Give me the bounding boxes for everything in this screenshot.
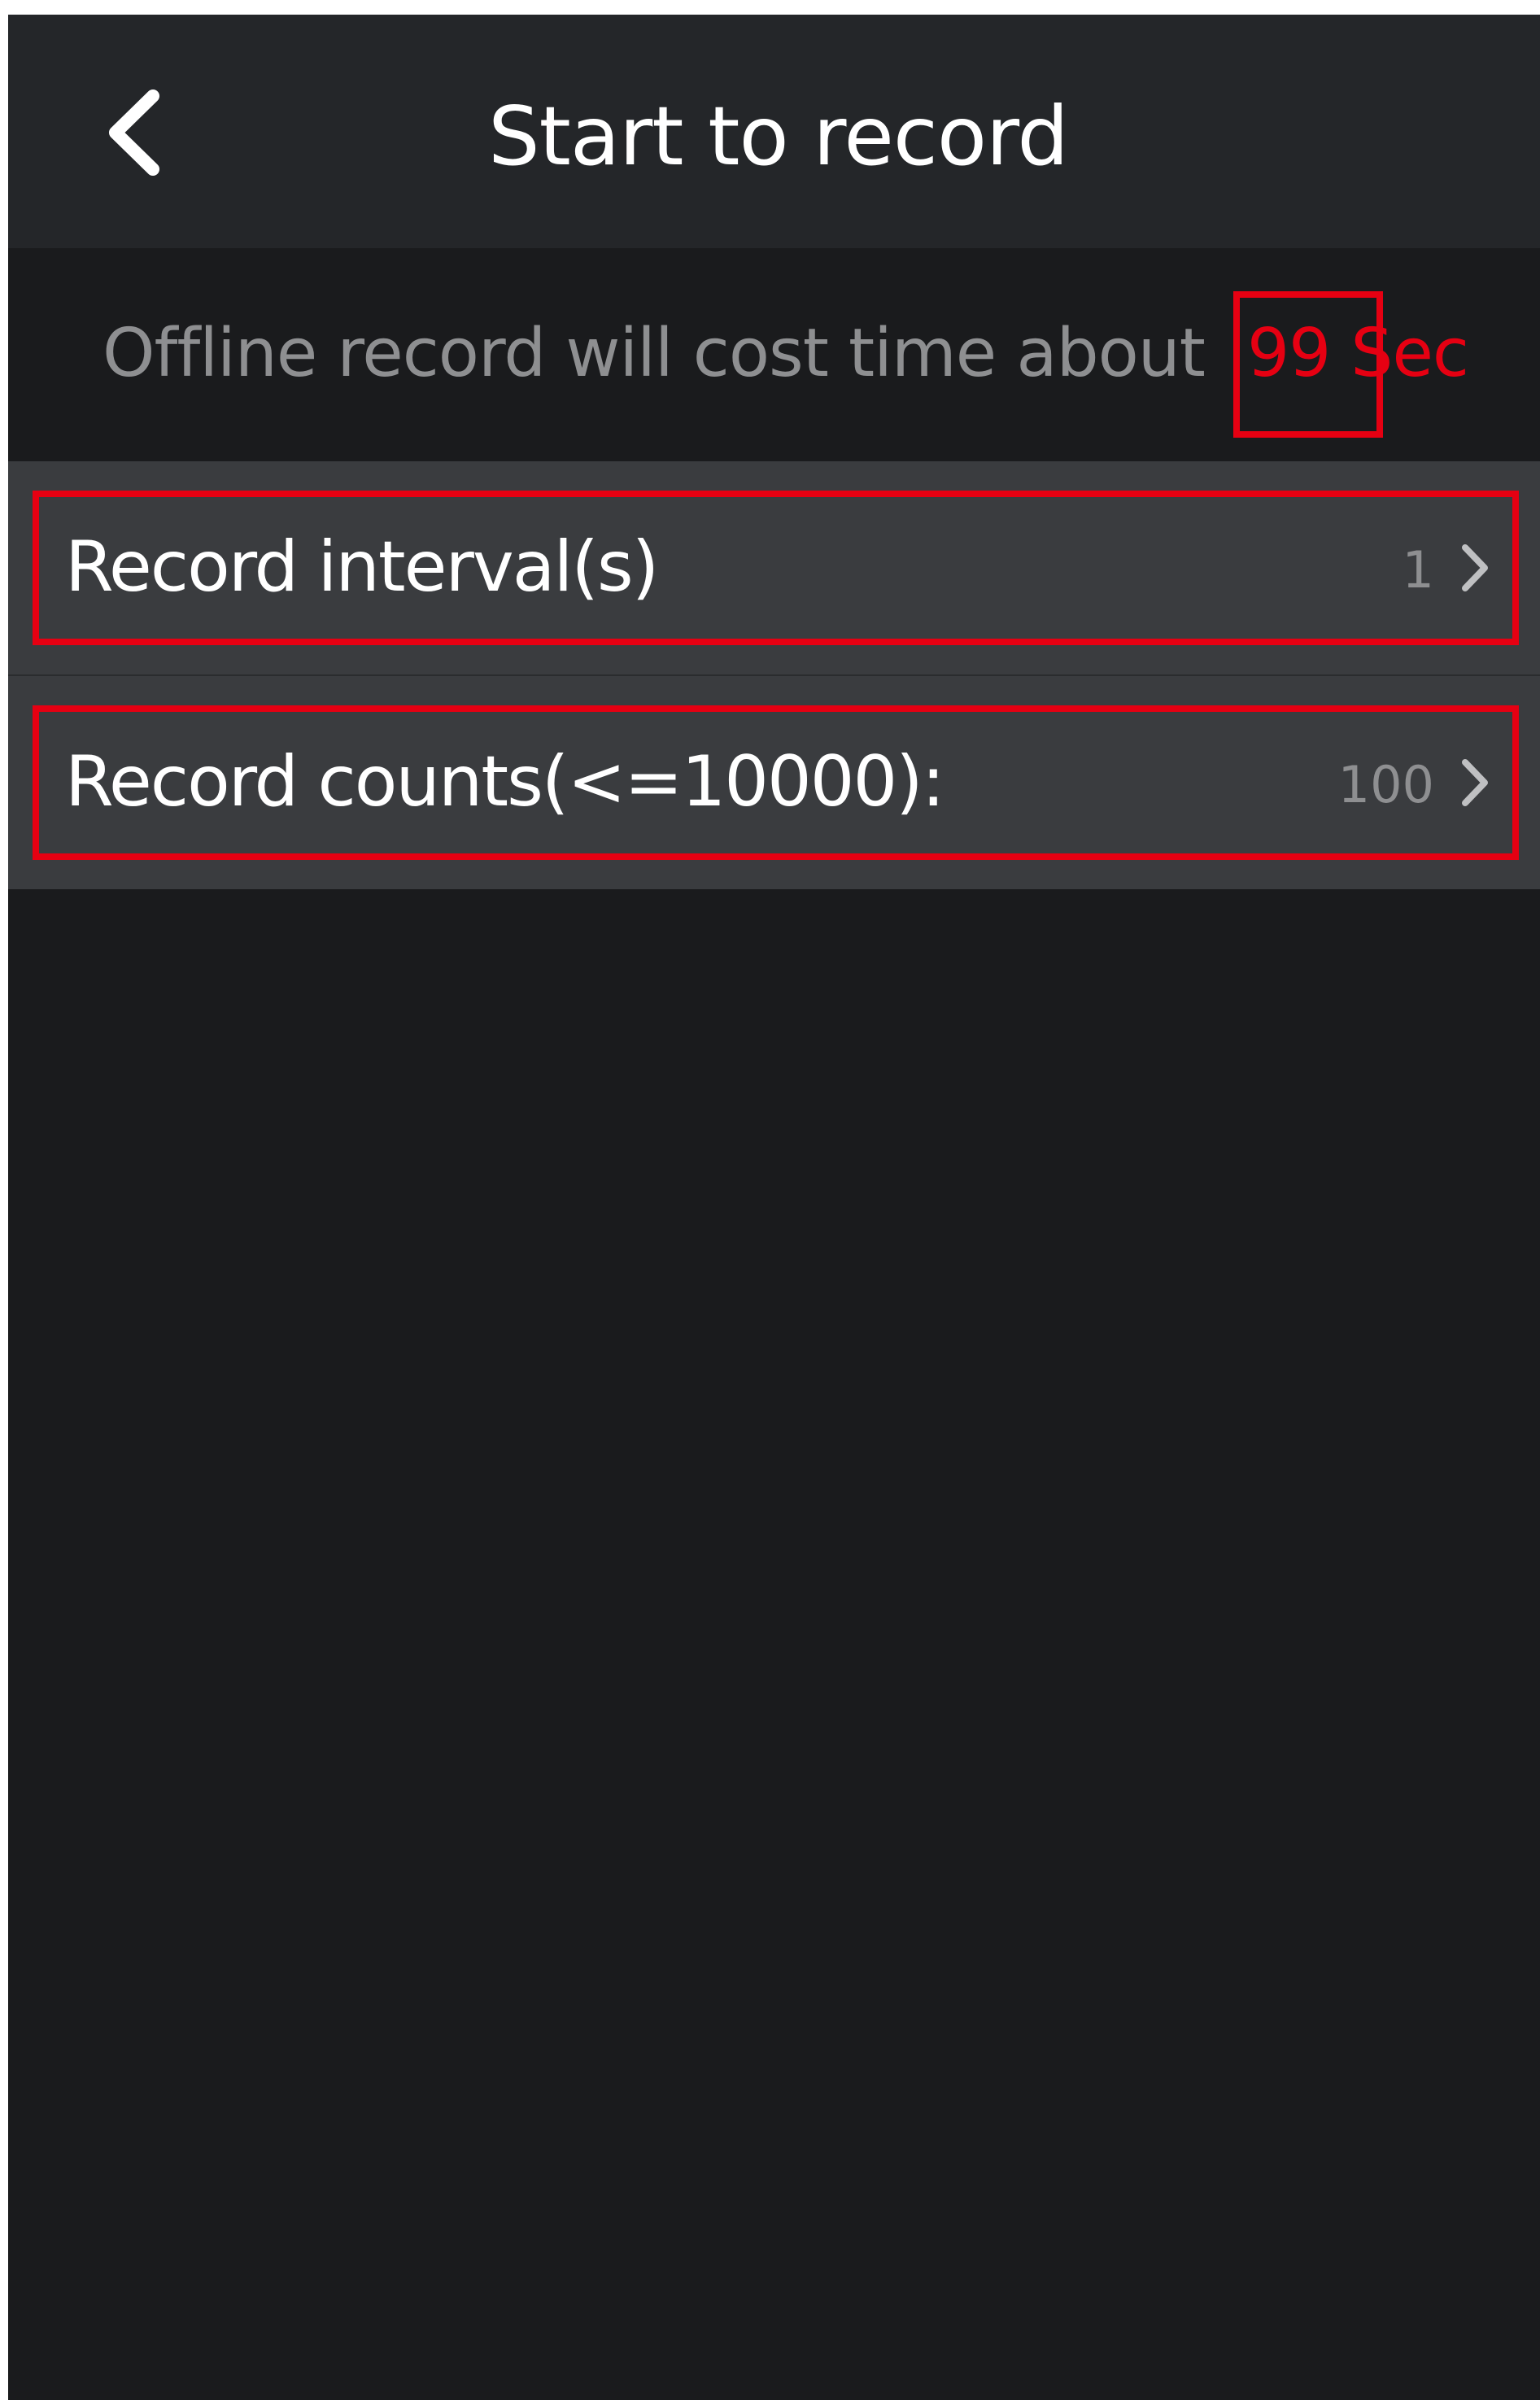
estimate-value: 99 Sec [1247,315,1469,392]
page-title: Start to record [488,89,1069,184]
record-interval-value: 1 [1402,540,1434,600]
record-counts-row[interactable]: Record counts(<=10000): 100 [8,676,1540,889]
record-counts-value: 100 [1337,755,1434,814]
header-bar: Start to record [8,15,1540,248]
chevron-right-icon [1459,543,1491,593]
chevron-right-icon [1459,757,1491,808]
estimate-info-bar: Offline record will cost time about 99 S… [8,248,1540,461]
record-interval-row[interactable]: Record interval(s) 1 [8,461,1540,674]
app-screen: Start to record Offline record will cost… [8,15,1540,2400]
estimate-label: Offline record will cost time about [103,315,1206,392]
record-interval-label: Record interval(s) [65,526,659,608]
record-counts-label: Record counts(<=10000): [65,741,945,823]
